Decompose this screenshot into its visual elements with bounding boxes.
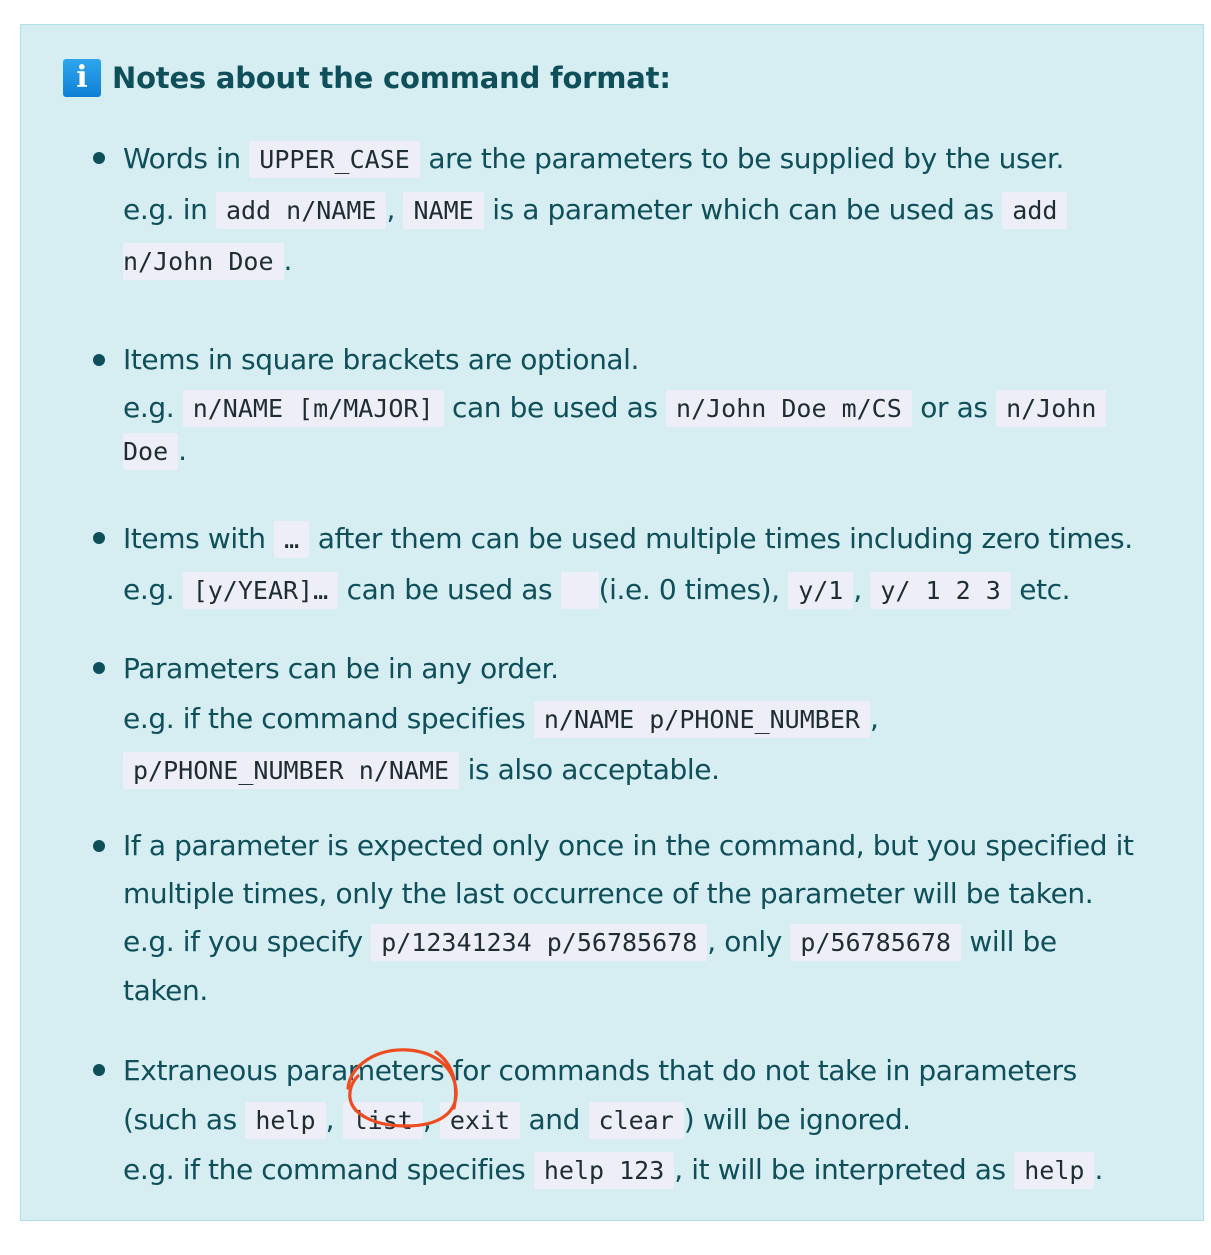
- note-text: (such as: [123, 1103, 246, 1136]
- note-text: Extraneous parameters for commands that …: [123, 1054, 1077, 1087]
- note-text: If a parameter is expected only once in …: [123, 829, 1134, 862]
- inline-code-list: list: [342, 1102, 423, 1139]
- note-line: Items with … after them can be used mult…: [123, 514, 1183, 565]
- inline-code: p/56785678: [790, 924, 961, 961]
- note-text: .: [283, 244, 293, 277]
- note-text: can be used as: [443, 391, 667, 424]
- note-line: taken.: [123, 967, 1183, 1015]
- note-text: .: [178, 434, 187, 467]
- inline-code: n/NAME [m/MAJOR]: [182, 390, 444, 427]
- note-text: Parameters can be in any order.: [123, 652, 559, 685]
- note-text: , it will be interpreted as: [674, 1153, 1015, 1186]
- inline-code: clear: [588, 1102, 684, 1139]
- note-line: multiple times, only the last occurrence…: [123, 870, 1183, 918]
- note-text: are the parameters to be supplied by the…: [419, 142, 1065, 175]
- inline-code: n/John: [996, 390, 1107, 427]
- inline-code: Doe: [123, 433, 179, 470]
- note-text: and: [520, 1103, 589, 1136]
- note-text: e.g.: [123, 573, 183, 606]
- info-callout: i Notes about the command format: Words …: [20, 24, 1204, 1221]
- note-line: p/PHONE_NUMBER n/NAME is also acceptable…: [123, 745, 1183, 796]
- inline-code: p/12341234 p/56785678: [371, 924, 708, 961]
- inline-code: n/John Doe: [123, 243, 284, 280]
- inline-code: add: [1002, 192, 1068, 229]
- note-text: ,: [422, 1103, 440, 1136]
- inline-code: help 123: [533, 1152, 675, 1189]
- inline-code: n/John Doe m/CS: [666, 390, 912, 427]
- note-line: If a parameter is expected only once in …: [123, 822, 1183, 870]
- note-text: can be used as: [338, 573, 561, 606]
- note-text: ,: [325, 1103, 343, 1136]
- note-text: taken.: [123, 974, 208, 1007]
- inline-code: exit: [439, 1102, 521, 1139]
- note-text: e.g.: [123, 391, 183, 424]
- note-text: Items with: [123, 522, 275, 555]
- note-line: Doe.: [123, 433, 1183, 470]
- note-text: ) will be ignored.: [683, 1103, 911, 1136]
- note-line: Parameters can be in any order.: [123, 644, 1183, 694]
- list-item: Words in UPPER_CASE are the parameters t…: [93, 134, 1183, 287]
- note-line: e.g. if you specify p/12341234 p/5678567…: [123, 918, 1183, 967]
- note-text: is also acceptable.: [459, 753, 720, 786]
- note-line: e.g. in add n/NAME, NAME is a parameter …: [123, 185, 1183, 236]
- inline-code: add n/NAME: [215, 192, 387, 229]
- inline-code: y/ 1 2 3: [870, 572, 1011, 609]
- note-text: (i.e. 0 times),: [598, 573, 789, 606]
- note-line: Items in square brackets are optional.: [123, 336, 1183, 384]
- list-item: Items with … after them can be used mult…: [93, 514, 1183, 616]
- note-line: (such as help, list, exit and clear) wil…: [123, 1095, 1183, 1145]
- inline-code: help: [245, 1102, 326, 1139]
- list-item: Extraneous parameters for commands that …: [93, 1046, 1183, 1195]
- note-text: e.g. in: [123, 193, 216, 226]
- note-text: ,: [853, 573, 871, 606]
- note-text: ,: [869, 702, 879, 735]
- inline-code: UPPER_CASE: [249, 141, 420, 178]
- list-item: Items in square brackets are optional. e…: [93, 336, 1183, 470]
- list-item: Parameters can be in any order. e.g. if …: [93, 644, 1183, 796]
- note-line: n/John Doe.: [123, 236, 1183, 287]
- inline-code: NAME: [403, 192, 484, 229]
- note-text: .: [1094, 1153, 1103, 1186]
- note-line: e.g. if the command specifies n/NAME p/P…: [123, 694, 1183, 745]
- note-line: Words in UPPER_CASE are the parameters t…: [123, 134, 1183, 185]
- note-text: or as: [911, 391, 997, 424]
- note-text: , only: [707, 925, 791, 958]
- note-text: after them can be used multiple times in…: [309, 522, 1133, 555]
- note-line: Extraneous parameters for commands that …: [123, 1046, 1183, 1095]
- inline-code: y/1: [788, 572, 854, 609]
- note-text: ,: [386, 193, 404, 226]
- inline-code: …: [274, 521, 310, 558]
- note-text: e.g. if you specify: [123, 925, 372, 958]
- inline-code: p/PHONE_NUMBER n/NAME: [123, 752, 460, 789]
- inline-code: [y/YEAR]…: [182, 572, 339, 609]
- note-text: will be: [960, 925, 1057, 958]
- note-text: Items in square brackets are optional.: [123, 343, 640, 376]
- inline-code: help: [1014, 1152, 1095, 1189]
- note-text: is a parameter which can be used as: [483, 193, 1003, 226]
- notes-list: Words in UPPER_CASE are the parameters t…: [21, 25, 1203, 1220]
- note-text: e.g. if the command specifies: [123, 702, 534, 735]
- note-line: e.g. n/NAME [m/MAJOR] can be used as n/J…: [123, 384, 1183, 433]
- note-text: e.g. if the command specifies: [123, 1153, 534, 1186]
- note-line: e.g. [y/YEAR]… can be used as (i.e. 0 ti…: [123, 565, 1183, 616]
- inline-code: n/NAME p/PHONE_NUMBER: [533, 701, 870, 738]
- note-text: multiple times, only the last occurrence…: [123, 877, 1094, 910]
- note-text: Words in: [123, 142, 250, 175]
- note-line: e.g. if the command specifies help 123, …: [123, 1145, 1183, 1195]
- inline-code-empty: [560, 572, 599, 609]
- note-text: etc.: [1010, 573, 1071, 606]
- list-item: If a parameter is expected only once in …: [93, 822, 1183, 1015]
